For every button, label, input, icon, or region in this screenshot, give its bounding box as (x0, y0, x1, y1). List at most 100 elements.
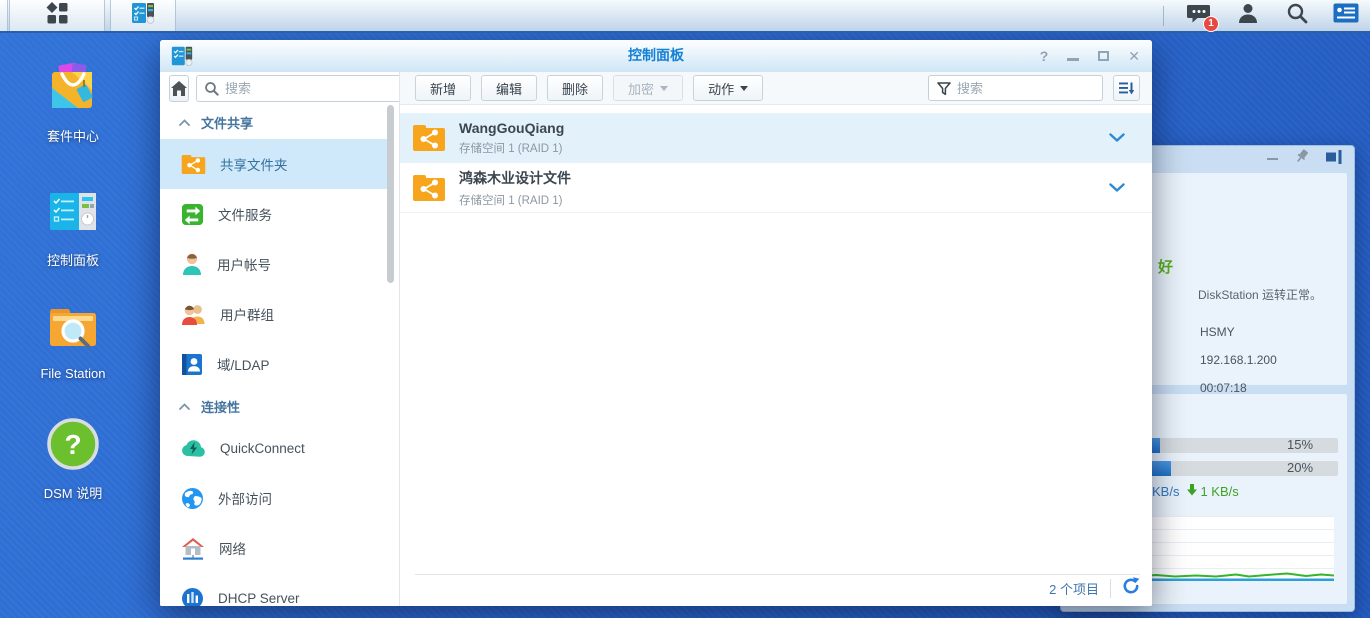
file-station-icon (45, 300, 101, 359)
desktop-icon-package-center[interactable]: 套件中心 (33, 60, 113, 145)
window-titlebar[interactable]: 控制面板 ? ✕ (160, 40, 1152, 72)
network-icon (181, 537, 205, 560)
sidebar-item-user-account[interactable]: 用户帐号 (160, 239, 399, 289)
sidebar-item-domain-ldap[interactable]: 域/LDAP (160, 339, 399, 389)
taskbar-right-group: 1 (1163, 0, 1360, 31)
desktop-icon-label: 控制面板 (47, 250, 99, 269)
search-button[interactable] (1283, 2, 1311, 30)
home-icon (170, 80, 188, 97)
status-bar: 2 个项目 (415, 574, 1140, 602)
taskbar: 1 (0, 0, 1370, 33)
close-button[interactable]: ✕ (1128, 49, 1140, 63)
package-center-icon (46, 60, 100, 119)
encrypt-dropdown-button[interactable]: 加密 (613, 75, 683, 101)
sidebar-group-title: 文件共享 (201, 113, 253, 132)
minimize-icon (1067, 58, 1079, 61)
sidebar-item-file-services[interactable]: 文件服务 (160, 189, 399, 239)
chevron-down-icon[interactable] (1109, 133, 1125, 143)
desktop-icon-dsm-help[interactable]: ? DSM 说明 (33, 417, 113, 502)
delete-button[interactable]: 删除 (547, 75, 603, 101)
control-panel-window: 控制面板 ? ✕ (160, 40, 1152, 606)
server-name-value: HSMY (1200, 325, 1235, 339)
taskbar-edge-button[interactable] (0, 0, 8, 31)
sidebar-item-external-access[interactable]: 外部访问 (160, 473, 399, 523)
help-button[interactable]: ? (1040, 49, 1049, 63)
notification-badge: 1 (1203, 16, 1219, 32)
widget-stack-icon[interactable] (1326, 150, 1342, 169)
edit-button[interactable]: 编辑 (481, 75, 537, 101)
minimize-button[interactable] (1067, 52, 1079, 61)
filter-icon (937, 82, 951, 95)
user-group-icon (181, 302, 206, 326)
delete-label: 删除 (562, 79, 588, 98)
chevron-up-icon (179, 403, 190, 410)
sidebar-item-label: 用户群组 (220, 304, 274, 324)
desktop-icon-file-station[interactable]: File Station (33, 300, 113, 381)
add-button[interactable]: 新增 (415, 75, 471, 101)
download-arrow-icon (1187, 484, 1197, 499)
filter-search-input[interactable] (957, 81, 1094, 96)
chevron-down-icon[interactable] (1109, 183, 1125, 193)
sidebar-search-input[interactable] (225, 81, 400, 96)
upload-speed: KB/s (1152, 484, 1179, 499)
user-menu-button[interactable] (1234, 2, 1262, 30)
main-menu-icon (45, 1, 69, 30)
refresh-button[interactable] (1122, 577, 1140, 600)
notifications-button[interactable]: 1 (1185, 2, 1213, 30)
control-panel-icon (130, 0, 156, 31)
sidebar-item-label: QuickConnect (220, 441, 305, 456)
maximize-button[interactable] (1098, 51, 1109, 61)
shared-folder-row[interactable]: 鸿森木业设计文件 存储空间 1 (RAID 1) (400, 163, 1152, 213)
uptime-value: 00:07:18 (1200, 381, 1247, 395)
pilot-view-button[interactable] (1332, 2, 1360, 30)
maximize-icon (1098, 51, 1109, 61)
desktop-icon-label: File Station (40, 366, 105, 381)
folder-location: 存储空间 1 (RAID 1) (459, 140, 564, 156)
taskbar-control-panel-button[interactable] (110, 0, 176, 31)
sidebar-item-network[interactable]: 网络 (160, 523, 399, 573)
file-services-icon (181, 203, 204, 226)
action-dropdown-button[interactable]: 动作 (693, 75, 763, 101)
shared-folder-row[interactable]: WangGouQiang 存储空间 1 (RAID 1) (400, 113, 1152, 163)
sidebar-item-label: DHCP Server (218, 591, 300, 606)
pin-icon[interactable] (1295, 149, 1309, 169)
folder-name: WangGouQiang (459, 120, 564, 136)
desktop-icon-label: DSM 说明 (44, 483, 103, 502)
shared-folder-icon (181, 154, 206, 175)
sidebar-item-label: 网络 (219, 538, 246, 558)
sidebar-item-shared-folder[interactable]: 共享文件夹 (160, 139, 392, 189)
add-label: 新增 (430, 79, 456, 98)
sidebar-item-dhcp-server[interactable]: DHCP Server (160, 573, 399, 606)
user-icon (1237, 2, 1259, 29)
sidebar-group-connectivity[interactable]: 连接性 (160, 389, 399, 423)
filter-search-box[interactable] (928, 75, 1103, 101)
sidebar-item-label: 文件服务 (218, 204, 272, 224)
sidebar-scrollbar[interactable] (387, 105, 394, 283)
item-count: 2 个项目 (1049, 579, 1099, 598)
main-menu-button[interactable] (9, 0, 105, 31)
user-account-icon (181, 252, 203, 276)
sidebar-item-quickconnect[interactable]: QuickConnect (160, 423, 399, 473)
sidebar-search-box[interactable] (196, 75, 400, 102)
sidebar-item-label: 域/LDAP (217, 354, 270, 374)
sidebar-group-file-sharing[interactable]: 文件共享 (160, 105, 399, 139)
dsm-help-icon: ? (46, 417, 100, 476)
globe-icon (181, 487, 204, 510)
sort-button[interactable] (1113, 75, 1140, 101)
search-icon (204, 81, 219, 96)
health-message: DiskStation 运转正常。 (1198, 286, 1322, 303)
domain-ldap-icon (181, 353, 203, 376)
shared-folder-icon (412, 174, 446, 202)
sidebar: 文件共享 共享文件夹 文件服务 (160, 72, 400, 606)
folder-name: 鸿森木业设计文件 (459, 168, 571, 188)
ram-percent-label: 20% (1287, 460, 1313, 475)
desktop-icon-control-panel[interactable]: 控制面板 (33, 184, 113, 269)
refresh-icon (1122, 577, 1140, 595)
network-speed-row: KB/s 1 KB/s (1152, 484, 1239, 499)
health-status-text: 好 (1158, 256, 1173, 277)
sort-icon (1118, 81, 1135, 96)
sidebar-item-user-group[interactable]: 用户群组 (160, 289, 399, 339)
encrypt-label: 加密 (628, 79, 654, 98)
home-button[interactable] (169, 75, 189, 102)
widget-minimize-icon[interactable] (1267, 158, 1278, 160)
